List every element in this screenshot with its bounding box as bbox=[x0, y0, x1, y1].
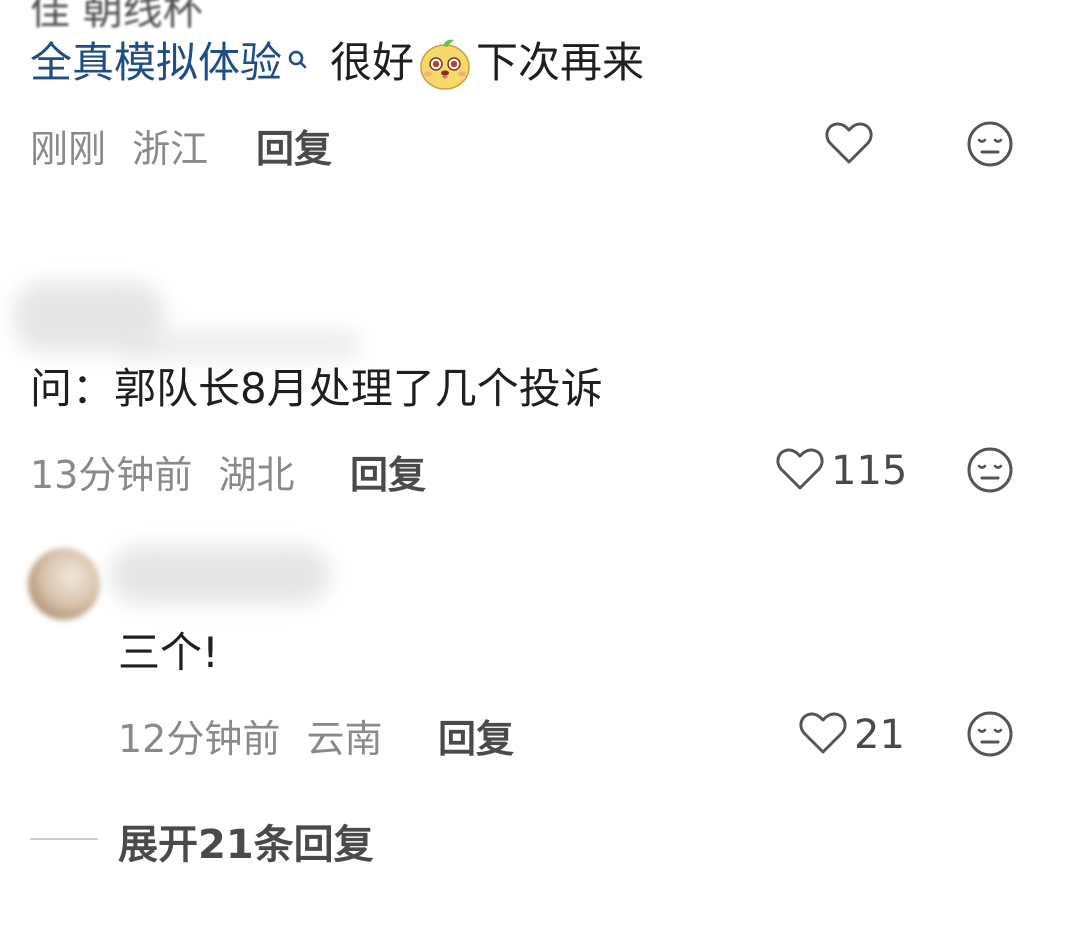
heart-outline-icon bbox=[775, 446, 825, 496]
comment-time: 刚刚 bbox=[30, 127, 107, 171]
like-count: 115 bbox=[831, 448, 908, 494]
comment-3-text: 三个! bbox=[118, 628, 219, 677]
avatar[interactable] bbox=[28, 548, 100, 620]
comment-1-text: 全真模拟体验 很好 下次再来 bbox=[30, 34, 644, 92]
dislike-button[interactable] bbox=[966, 710, 1014, 762]
comment-location: 湖北 bbox=[218, 453, 295, 497]
heart-outline-icon bbox=[824, 120, 874, 170]
comment-2-meta: 13分钟前 湖北 bbox=[30, 444, 294, 499]
like-button[interactable]: 115 bbox=[775, 446, 907, 496]
like-button[interactable] bbox=[824, 120, 874, 170]
meh-face-icon bbox=[966, 446, 1014, 498]
comment-1-meta: 刚刚 浙江 bbox=[30, 118, 208, 173]
dislike-button[interactable] bbox=[966, 120, 1014, 172]
search-icon[interactable] bbox=[286, 36, 312, 70]
like-count: 21 bbox=[854, 712, 905, 758]
dislike-button[interactable] bbox=[966, 446, 1014, 498]
like-button[interactable]: 21 bbox=[798, 710, 905, 760]
expand-divider bbox=[30, 838, 98, 840]
comment-time: 13分钟前 bbox=[30, 453, 193, 497]
previous-comment-fragment: 佳 朝线杯 bbox=[30, 0, 203, 34]
comment-2-text: 问：郭队长8月处理了几个投诉 bbox=[30, 364, 603, 413]
reply-button[interactable]: 回复 bbox=[256, 118, 332, 173]
expand-replies-button[interactable]: 展开21条回复 bbox=[118, 812, 374, 870]
meh-face-icon bbox=[966, 710, 1014, 762]
comment-location: 浙江 bbox=[132, 127, 209, 171]
meh-face-icon bbox=[966, 120, 1014, 172]
cute-face-emoji-icon bbox=[416, 34, 474, 92]
comment-location: 云南 bbox=[306, 717, 383, 761]
reply-button[interactable]: 回复 bbox=[350, 444, 426, 499]
blurred-username bbox=[110, 546, 330, 604]
reply-button[interactable]: 回复 bbox=[438, 708, 514, 763]
search-keyword-link[interactable]: 全真模拟体验 bbox=[30, 35, 282, 91]
blurred-username-tail bbox=[120, 330, 360, 360]
heart-outline-icon bbox=[798, 710, 848, 760]
comment-3-meta: 12分钟前 云南 bbox=[118, 708, 382, 763]
comment-1-text-mid: 很好 bbox=[330, 38, 415, 87]
comment-1-text-end: 下次再来 bbox=[476, 38, 645, 87]
comment-time: 12分钟前 bbox=[118, 717, 281, 761]
